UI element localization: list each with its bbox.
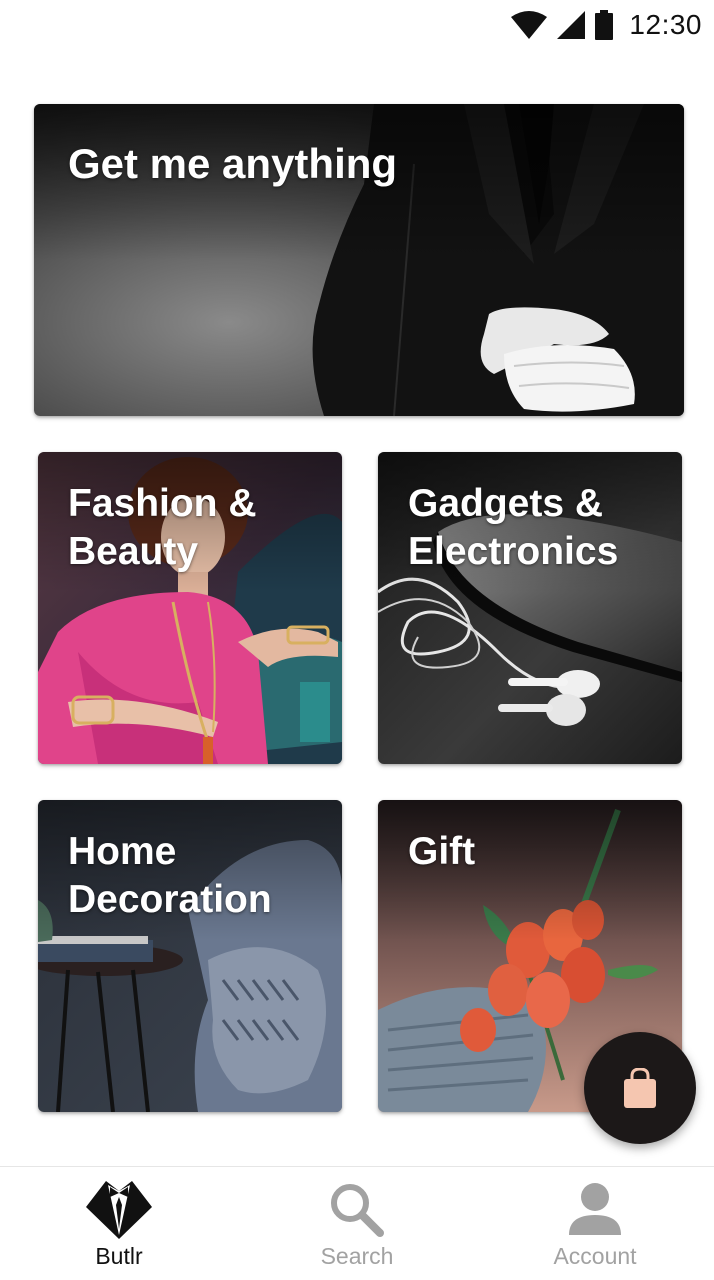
nav-label-account: Account — [553, 1243, 637, 1269]
wifi-icon — [511, 11, 548, 39]
account-icon — [569, 1183, 621, 1235]
category-card-gadgets-electronics[interactable]: Gadgets & Electronics — [378, 452, 682, 764]
nav-label-butlr: Butlr — [95, 1243, 143, 1269]
nav-item-butlr[interactable]: Butlr — [0, 1167, 238, 1280]
status-time: 12:30 — [629, 9, 702, 40]
status-bar: 12:30 — [0, 0, 714, 48]
status-icons: 12:30 — [511, 8, 702, 42]
hero-title: Get me anything — [68, 140, 398, 187]
category-card-fashion-beauty[interactable]: Fashion & Beauty — [38, 452, 342, 764]
category-card-home-decoration[interactable]: Home Decoration — [38, 800, 342, 1112]
hero-card-get-me-anything[interactable]: Get me anything — [34, 104, 684, 416]
nav-item-account[interactable]: Account — [476, 1167, 714, 1280]
nav-item-search[interactable]: Search — [238, 1167, 476, 1280]
app-screen: 12:30 Get me anything Fashion & Beauty G… — [0, 0, 714, 1280]
shopping-bag-icon — [624, 1068, 656, 1108]
battery-icon — [595, 10, 614, 40]
category-title: Gift — [408, 830, 476, 873]
category-title: Gadgets & Electronics — [408, 482, 619, 573]
nav-label-search: Search — [320, 1243, 394, 1269]
tuxedo-icon — [86, 1181, 152, 1239]
category-title: Home Decoration — [68, 830, 272, 921]
category-title: Fashion & Beauty — [68, 482, 257, 573]
search-icon — [331, 1184, 384, 1237]
cell-signal-icon — [557, 11, 586, 39]
cart-fab-button[interactable] — [584, 1032, 696, 1144]
bottom-navigation: Butlr Search Account — [0, 1166, 714, 1280]
